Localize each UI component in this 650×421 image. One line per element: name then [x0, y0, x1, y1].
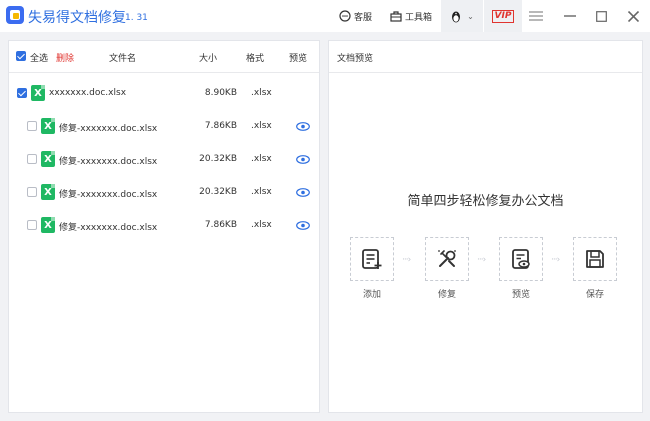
file-row-repaired[interactable]: X 修复-xxxxxxx.doc.xlsx 7.86KB .xlsx — [9, 209, 319, 242]
add-doc-icon — [362, 249, 382, 269]
step-arrow: ···› — [402, 255, 411, 265]
file-name: 修复-xxxxxxx.doc.xlsx — [59, 157, 158, 167]
delete-button[interactable]: 删除 — [56, 51, 74, 64]
repair-tools-icon — [438, 250, 456, 267]
file-checkbox[interactable] — [27, 121, 37, 131]
excel-file-icon: X — [41, 118, 55, 134]
select-all-checkbox[interactable] — [16, 51, 26, 61]
file-checkbox[interactable] — [17, 88, 27, 98]
preview-panel-header: 文档预览 — [329, 41, 642, 73]
preview-eye-icon[interactable] — [296, 188, 310, 197]
file-checkbox[interactable] — [27, 187, 37, 197]
penguin-avatar-icon — [452, 11, 461, 22]
user-dropdown-caret: ⌄ — [467, 11, 474, 21]
customer-service-label: 客服 — [354, 12, 373, 23]
column-header-format: 格式 — [246, 54, 265, 64]
file-size: 20.32KB — [199, 187, 237, 197]
step-preview — [499, 237, 543, 281]
document-preview-panel: 文档预览 简单四步轻松修复办公文档 添加 ···› 修复 ···› 预览 ···… — [328, 40, 643, 413]
toolbox-icon — [390, 11, 402, 22]
step-repair-label: 修复 — [437, 290, 456, 300]
preview-eye-icon[interactable] — [296, 221, 310, 230]
file-row-original[interactable]: X xxxxxxx.doc.xlsx 8.90KB .xlsx — [9, 77, 319, 110]
app-version: 1. 31 — [125, 13, 148, 23]
user-account-button[interactable]: ⌄ — [441, 0, 483, 32]
column-header-filename: 文件名 — [109, 54, 137, 64]
file-name: 修复-xxxxxxx.doc.xlsx — [59, 223, 158, 233]
title-bar: 失易得文档修复 1. 31 客服 工具箱 ⌄ VIP — [0, 0, 650, 32]
vip-button[interactable]: VIP — [484, 0, 522, 32]
step-add — [350, 237, 394, 281]
app-logo-icon — [6, 6, 24, 24]
toolbox-button[interactable]: 工具箱 — [390, 0, 432, 32]
hamburger-menu-icon — [529, 11, 543, 21]
preview-panel-title: 文档预览 — [337, 54, 374, 64]
step-arrow: ···› — [477, 255, 486, 265]
file-row-repaired[interactable]: X 修复-xxxxxxx.doc.xlsx 20.32KB .xlsx — [9, 176, 319, 209]
file-format: .xlsx — [251, 154, 272, 164]
file-size: 20.32KB — [199, 154, 237, 164]
file-name: 修复-xxxxxxx.doc.xlsx — [59, 124, 158, 134]
excel-file-icon: X — [41, 184, 55, 200]
step-save — [573, 237, 617, 281]
save-icon — [586, 250, 604, 268]
column-header-size: 大小 — [199, 54, 218, 64]
maximize-button[interactable] — [589, 4, 613, 28]
close-button[interactable] — [621, 4, 645, 28]
file-format: .xlsx — [251, 121, 272, 131]
app-title: 失易得文档修复 — [28, 10, 126, 26]
file-list-header: 全选 删除 文件名 大小 格式 预览 — [9, 41, 319, 73]
preview-headline: 简单四步轻松修复办公文档 — [407, 194, 564, 209]
step-save-label: 保存 — [585, 290, 604, 300]
file-row-repaired[interactable]: X 修复-xxxxxxx.doc.xlsx 7.86KB .xlsx — [9, 110, 319, 143]
step-arrow: ···› — [551, 255, 560, 265]
select-all-label[interactable]: 全选 — [30, 51, 48, 64]
file-format: .xlsx — [251, 220, 272, 230]
menu-button[interactable] — [524, 4, 548, 28]
close-icon — [627, 10, 639, 22]
maximize-icon — [595, 10, 607, 22]
preview-eye-icon[interactable] — [296, 122, 310, 131]
file-list-panel: 全选 删除 文件名 大小 格式 预览 X xxxxxxx.doc.xlsx 8.… — [8, 40, 320, 413]
file-size: 7.86KB — [204, 220, 237, 230]
file-name: xxxxxxx.doc.xlsx — [49, 88, 127, 98]
column-header-preview: 预览 — [289, 54, 308, 64]
excel-file-icon: X — [31, 85, 45, 101]
chat-bubble-icon — [339, 10, 351, 22]
file-size: 7.86KB — [204, 121, 237, 131]
step-add-label: 添加 — [362, 290, 381, 300]
vip-badge: VIP — [491, 9, 515, 23]
step-preview-label: 预览 — [511, 290, 530, 300]
step-repair — [425, 237, 469, 281]
file-format: .xlsx — [251, 88, 272, 98]
excel-file-icon: X — [41, 217, 55, 233]
excel-file-icon: X — [41, 151, 55, 167]
file-row-repaired[interactable]: X 修复-xxxxxxx.doc.xlsx 20.32KB .xlsx — [9, 143, 319, 176]
toolbox-label: 工具箱 — [405, 12, 433, 23]
minimize-button[interactable] — [558, 4, 582, 28]
file-format: .xlsx — [251, 187, 272, 197]
file-size: 8.90KB — [204, 88, 237, 98]
file-checkbox[interactable] — [27, 220, 37, 230]
minimize-icon — [564, 15, 576, 17]
customer-service-button[interactable]: 客服 — [339, 0, 372, 32]
preview-eye-icon[interactable] — [296, 155, 310, 164]
file-checkbox[interactable] — [27, 154, 37, 164]
file-name: 修复-xxxxxxx.doc.xlsx — [59, 190, 158, 200]
preview-doc-icon — [512, 249, 530, 269]
